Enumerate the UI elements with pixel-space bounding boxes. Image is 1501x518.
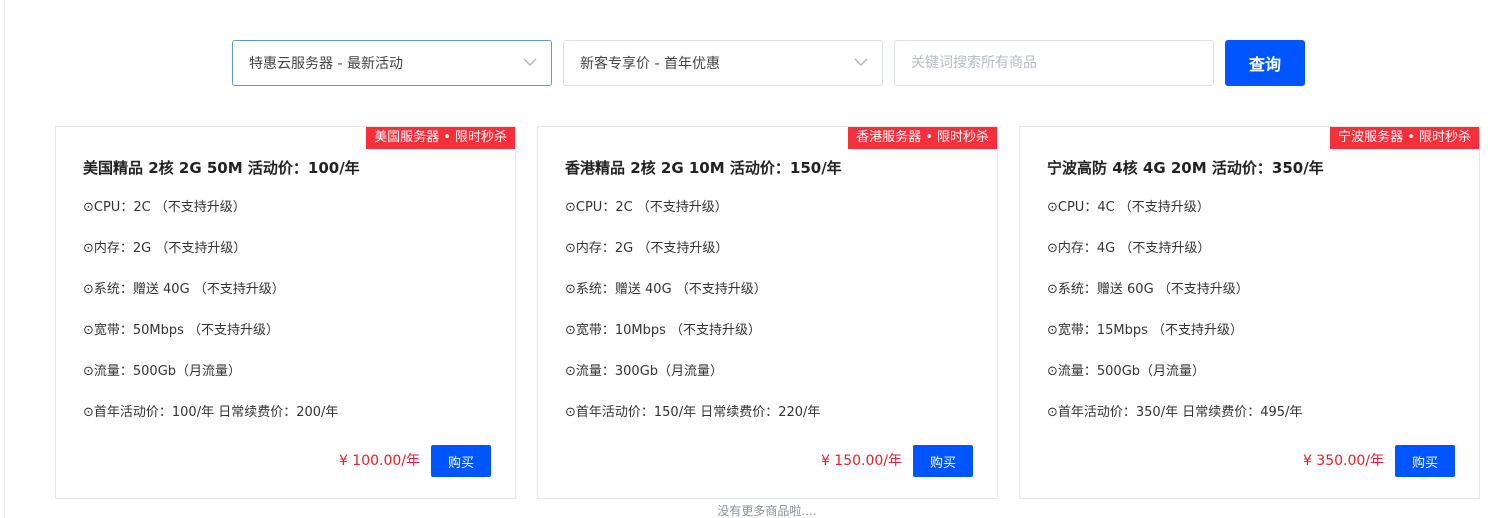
promo-select[interactable]: 新客专享价 - 首年优惠: [563, 40, 883, 86]
search-input[interactable]: [894, 40, 1214, 86]
spec-item: ⊙首年活动价：100/年 日常续费价：200/年: [83, 405, 339, 420]
spec-item: ⊙系统：赠送 60G （不支持升级）: [1047, 282, 1249, 297]
spec-item: ⊙宽带：50Mbps （不支持升级）: [83, 323, 280, 338]
no-more-text: 没有更多商品啦....: [717, 504, 817, 518]
promo-select-value: 新客专享价 - 首年优惠: [580, 56, 720, 72]
buy-button[interactable]: 购买: [1395, 445, 1455, 477]
spec-item: ⊙流量：500Gb（月流量）: [1047, 364, 1206, 379]
spec-item: ⊙内存：4G （不支持升级）: [1047, 241, 1211, 256]
spec-list: ⊙CPU：4C （不支持升级） ⊙内存：4G （不支持升级） ⊙系统：赠送 60…: [1047, 199, 1302, 445]
spec-item: ⊙内存：2G （不支持升级）: [83, 241, 247, 256]
spec-item: ⊙CPU：2C （不支持升级）: [565, 200, 728, 215]
product-title: 宁波高防 4核 4G 20M 活动价：350/年: [1047, 159, 1324, 177]
promo-tag: 宁波服务器 • 限时秒杀: [1330, 127, 1479, 149]
spec-list: ⊙CPU：2C （不支持升级） ⊙内存：2G （不支持升级） ⊙系统：赠送 40…: [83, 199, 338, 445]
spec-item: ⊙系统：赠送 40G （不支持升级）: [83, 282, 285, 297]
spec-item: ⊙CPU：2C （不支持升级）: [83, 200, 246, 215]
product-list: 美国服务器 • 限时秒杀 美国精品 2核 2G 50M 活动价：100/年 ⊙C…: [55, 126, 1480, 499]
spec-item: ⊙宽带：15Mbps （不支持升级）: [1047, 323, 1244, 338]
spec-item: ⊙首年活动价：350/年 日常续费价：495/年: [1047, 405, 1303, 420]
product-card: 美国服务器 • 限时秒杀 美国精品 2核 2G 50M 活动价：100/年 ⊙C…: [55, 126, 516, 499]
chevron-down-icon: [523, 58, 537, 66]
spec-item: ⊙流量：300Gb（月流量）: [565, 364, 724, 379]
category-select-value: 特惠云服务器 - 最新活动: [249, 56, 403, 72]
product-price: ¥ 100.00/年: [338, 453, 420, 469]
product-card: 宁波服务器 • 限时秒杀 宁波高防 4核 4G 20M 活动价：350/年 ⊙C…: [1019, 126, 1480, 499]
spec-item: ⊙CPU：4C （不支持升级）: [1047, 200, 1210, 215]
product-price: ¥ 350.00/年: [1302, 453, 1384, 469]
spec-item: ⊙流量：500Gb（月流量）: [83, 364, 242, 379]
spec-list: ⊙CPU：2C （不支持升级） ⊙内存：2G （不支持升级） ⊙系统：赠送 40…: [565, 199, 820, 445]
promo-tag: 香港服务器 • 限时秒杀: [848, 127, 997, 149]
buy-button[interactable]: 购买: [913, 445, 973, 477]
spec-item: ⊙内存：2G （不支持升级）: [565, 241, 729, 256]
filter-bar: 特惠云服务器 - 最新活动 新客专享价 - 首年优惠 查询: [232, 40, 1305, 86]
chevron-down-icon: [854, 58, 868, 66]
spec-item: ⊙系统：赠送 40G （不支持升级）: [565, 282, 767, 297]
promo-tag: 美国服务器 • 限时秒杀: [366, 127, 515, 149]
category-select[interactable]: 特惠云服务器 - 最新活动: [232, 40, 552, 86]
product-price: ¥ 150.00/年: [820, 453, 902, 469]
product-title: 香港精品 2核 2G 10M 活动价：150/年: [565, 159, 842, 177]
product-card: 香港服务器 • 限时秒杀 香港精品 2核 2G 10M 活动价：150/年 ⊙C…: [537, 126, 998, 499]
query-button[interactable]: 查询: [1225, 40, 1305, 86]
product-title: 美国精品 2核 2G 50M 活动价：100/年: [83, 159, 360, 177]
buy-button[interactable]: 购买: [431, 445, 491, 477]
spec-item: ⊙首年活动价：150/年 日常续费价：220/年: [565, 405, 821, 420]
spec-item: ⊙宽带：10Mbps （不支持升级）: [565, 323, 762, 338]
